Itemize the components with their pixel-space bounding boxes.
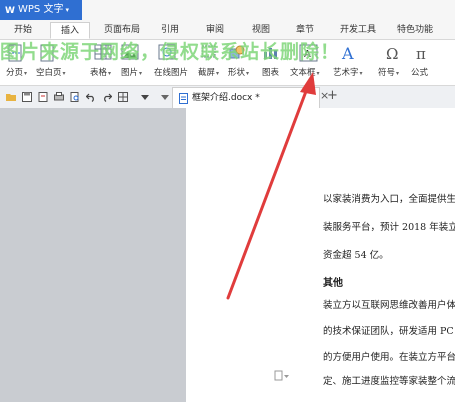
document-tab-title: 框架介绍.docx * — [192, 93, 260, 103]
document-tab[interactable]: 框架介绍.docx * — [172, 87, 320, 108]
paragraph-line: 定、施工进度监控等家装整个流程 — [323, 376, 455, 387]
open-folder-icon[interactable] — [6, 92, 16, 102]
wps-logo-icon: W — [5, 6, 15, 16]
textbox-button[interactable]: 文本框▾ — [290, 66, 320, 80]
symbol-button[interactable]: 符号▾ — [378, 66, 399, 80]
tab-references[interactable]: 引用 — [155, 22, 185, 39]
table-button[interactable]: 表格▾ — [90, 66, 111, 80]
app-menu-button[interactable]: W WPS 文字 ▾ — [0, 0, 82, 20]
document-icon — [179, 93, 188, 104]
tab-list-icon[interactable] — [160, 92, 170, 102]
redo-icon[interactable] — [102, 92, 112, 102]
online-picture-button[interactable]: 在线图片 — [154, 66, 188, 80]
new-tab-button[interactable]: + — [327, 88, 338, 103]
paragraph-line: 的方便用户使用。在装立方平台可 — [323, 352, 455, 363]
customize-dropdown-icon[interactable] — [140, 92, 150, 102]
tab-insert[interactable]: 插入 — [50, 22, 90, 39]
print-icon[interactable] — [54, 92, 64, 102]
save-icon[interactable] — [22, 92, 32, 102]
app-title: WPS 文字 — [18, 4, 64, 15]
watermark-text: 图片来源于网络，侵权联系站长删除！ — [0, 41, 341, 63]
tab-home[interactable]: 开始 — [6, 22, 40, 39]
paragraph-line: 资金超 54 亿。 — [323, 250, 389, 261]
document-page[interactable]: 以家装消费为入口，全面提供生活 装服务平台，预计 2018 年装立方 资金超 5… — [186, 108, 455, 402]
page-break-button[interactable]: 分页▾ — [6, 66, 27, 80]
chart-button[interactable]: 图表 — [262, 66, 279, 80]
section-heading: 其他 — [323, 278, 343, 289]
formula-button[interactable]: 公式 — [411, 66, 428, 80]
chevron-down-icon: ▾ — [65, 6, 69, 14]
undo-icon[interactable] — [86, 92, 96, 102]
picture-button[interactable]: 图片▾ — [121, 66, 142, 80]
tab-chapter[interactable]: 章节 — [290, 22, 320, 39]
wordart-button[interactable]: 艺术字▾ — [333, 66, 363, 80]
title-bar: W WPS 文字 ▾ — [0, 0, 455, 20]
shape-button[interactable]: 形状▾ — [228, 66, 249, 80]
paragraph-line: 以家装消费为入口，全面提供生活 — [323, 194, 455, 205]
paragraph-options-icon[interactable] — [274, 370, 290, 382]
export-pdf-icon[interactable] — [38, 92, 48, 102]
paragraph-line: 装立方以互联网思维改善用户体验 — [323, 300, 455, 311]
tab-special-features[interactable]: 特色功能 — [390, 22, 440, 39]
blank-page-button[interactable]: 空白页▾ — [36, 66, 66, 80]
grid-icon[interactable] — [118, 92, 128, 102]
paragraph-line: 的技术保证团队，研发适用 PC 端 — [323, 326, 455, 337]
tab-page-layout[interactable]: 页面布局 — [97, 22, 147, 39]
screenshot-button[interactable]: 截屏▾ — [198, 66, 219, 80]
print-preview-icon[interactable] — [70, 92, 80, 102]
tab-review[interactable]: 审阅 — [200, 22, 230, 39]
paragraph-line: 装服务平台，预计 2018 年装立方 — [323, 222, 455, 233]
tab-view[interactable]: 视图 — [246, 22, 276, 39]
ribbon-tabs: 开始 插入 页面布局 引用 审阅 视图 章节 开发工具 特色功能 — [0, 20, 455, 40]
tab-developer-tools[interactable]: 开发工具 — [333, 22, 383, 39]
